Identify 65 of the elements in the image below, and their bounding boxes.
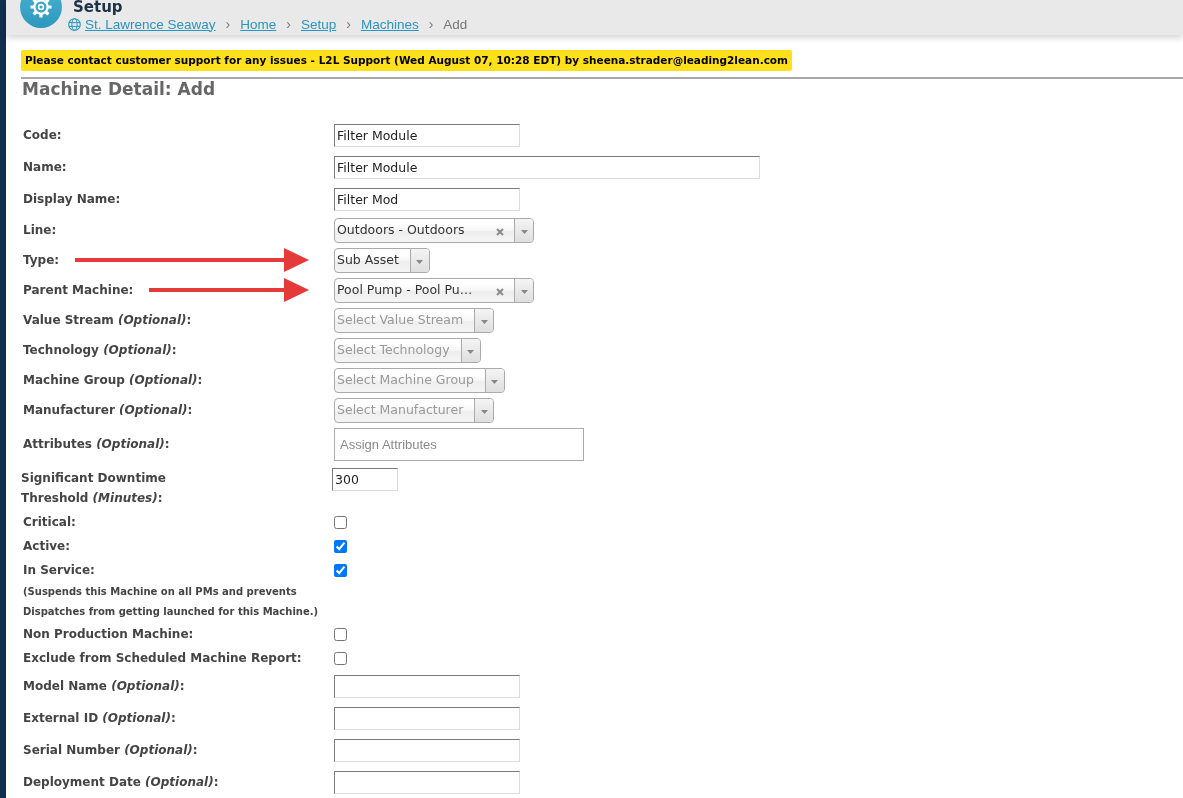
checkbox[interactable] [334, 539, 347, 553]
tags-field[interactable]: Assign Attributes [334, 427, 584, 461]
dropdown[interactable]: Select Manufacturer [334, 397, 495, 423]
breadcrumb-separator: › [428, 16, 434, 32]
field-label: Model Name (Optional): [23, 679, 185, 693]
clear-icon[interactable] [496, 227, 504, 236]
field-label: Line: [23, 223, 57, 237]
field-label: Attributes (Optional): [23, 437, 170, 451]
caret-icon[interactable] [514, 218, 533, 242]
breadcrumb-separator: › [225, 16, 231, 32]
clear-icon[interactable] [496, 287, 504, 296]
field-label: Value Stream (Optional): [23, 313, 192, 327]
field-label: Significant Downtime Threshold (Minutes): [21, 470, 167, 507]
field-label: In Service: [23, 562, 95, 579]
text-field[interactable]: Filter Mod [334, 187, 520, 211]
text-field[interactable] [334, 674, 520, 698]
field-label: Type: [23, 253, 60, 267]
checkbox[interactable] [334, 563, 347, 577]
caret-icon[interactable] [514, 278, 533, 302]
field-label: Deployment Date (Optional): [23, 775, 219, 789]
page-title: Setup [72, 0, 124, 15]
breadcrumb-link[interactable]: St. Lawrence Seaway [85, 16, 216, 32]
dropdown[interactable]: Outdoors - Outdoors [334, 217, 534, 243]
caret-icon[interactable] [460, 338, 480, 362]
field-note: (Suspends this Machine on all PMs and prevents Dispatches from getting launched for this Machine.) [23, 585, 320, 619]
dropdown[interactable]: Select Technology [334, 337, 481, 363]
field-label: Serial Number (Optional): [23, 743, 198, 757]
field-label: Code: [23, 128, 62, 142]
checkbox[interactable] [334, 627, 347, 641]
text-field[interactable]: Filter Module [334, 123, 520, 147]
checkbox[interactable] [334, 515, 347, 529]
field-label: Parent Machine: [23, 283, 134, 297]
notice-banner: Please contact customer support for any issues - L2L Support (Wed August 07, 10:28 EDT) by sheena.strader@leading2lean.com [21, 50, 793, 71]
form-heading: Machine Detail: Add [22, 79, 216, 99]
dropdown[interactable]: Sub Asset [334, 247, 430, 273]
field-label: Name: [23, 160, 67, 174]
field-label: Exclude from Scheduled Machine Report: [23, 650, 302, 667]
checkbox[interactable] [334, 651, 347, 665]
breadcrumb-current: Add [443, 16, 468, 32]
globe-icon [68, 17, 81, 31]
text-field[interactable] [334, 706, 520, 730]
caret-icon[interactable] [474, 398, 494, 422]
breadcrumb-link[interactable]: Setup [300, 16, 337, 32]
breadcrumb-separator: › [346, 16, 351, 32]
dropdown[interactable]: Select Value Stream [334, 307, 495, 333]
field-label: Active: [23, 538, 70, 555]
field-label: Non Production Machine: [23, 626, 194, 643]
caret-icon[interactable] [409, 248, 429, 272]
breadcrumb-link[interactable]: Home [240, 16, 277, 32]
field-label: Manufacturer (Optional): [23, 403, 193, 417]
caret-icon[interactable] [484, 368, 504, 392]
breadcrumb-separator: › [286, 16, 291, 32]
field-label: Critical: [23, 514, 76, 531]
text-field[interactable]: Filter Module [334, 155, 760, 179]
breadcrumb-link[interactable]: Machines [360, 16, 419, 32]
text-field[interactable] [334, 770, 520, 794]
text-field[interactable]: 300 [332, 468, 398, 491]
field-label: Display Name: [23, 192, 121, 206]
dropdown[interactable]: Select Machine Group [334, 367, 505, 393]
dropdown[interactable]: Pool Pump - Pool Pu… [334, 277, 534, 303]
text-field[interactable] [334, 738, 520, 762]
caret-icon[interactable] [474, 308, 494, 332]
field-label: External ID (Optional): [23, 711, 176, 725]
field-label: Machine Group (Optional): [23, 373, 203, 387]
field-label: Technology (Optional): [23, 343, 177, 357]
